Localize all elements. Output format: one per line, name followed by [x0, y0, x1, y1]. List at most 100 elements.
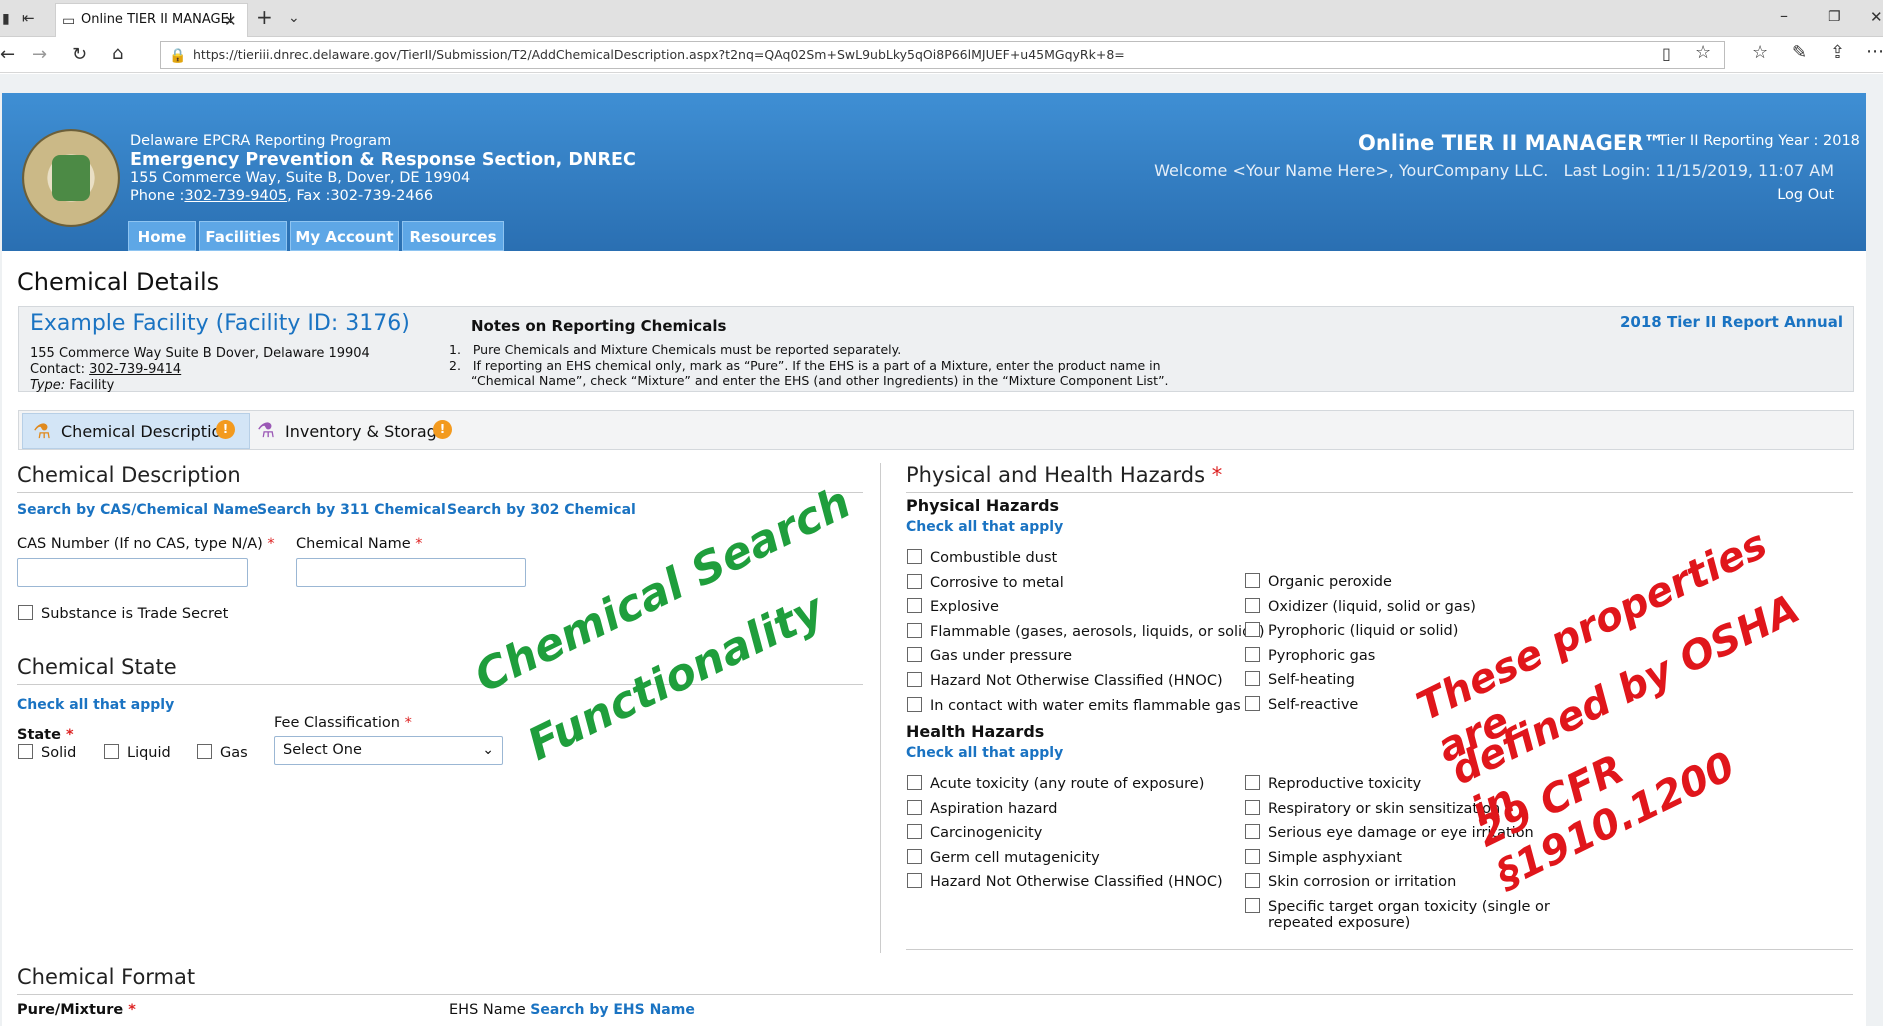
hazard-checkbox[interactable] [1245, 873, 1260, 889]
hazard-label: Acute toxicity (any route of exposure) [930, 776, 1205, 792]
search-302-link[interactable]: Search by 302 Chemical [447, 502, 636, 518]
close-tab-icon[interactable]: ✕ [224, 11, 237, 31]
hazard-label: Hazard Not Otherwise Classified (HNOC) [930, 874, 1223, 891]
fee-classification-select[interactable]: Select One ⌄ [274, 736, 503, 765]
type-value: Facility [69, 378, 115, 393]
health-hazards-heading: Health Hazards [906, 722, 1045, 741]
nav-facilities[interactable]: Facilities [199, 221, 287, 251]
nav-home[interactable]: Home [128, 221, 196, 251]
hazard-checkbox[interactable] [1245, 824, 1260, 840]
tab-inventory-storage[interactable]: Inventory & Storage [285, 422, 447, 441]
solid-row: Solid [18, 744, 77, 761]
hazard-checkbox[interactable] [1245, 671, 1260, 687]
search-311-link[interactable]: Search by 311 Chemical [257, 502, 446, 518]
hazard-checkbox[interactable] [907, 672, 922, 687]
search-cas-link[interactable]: Search by CAS/Chemical Name [17, 502, 258, 518]
hazard-row: Germ cell mutagenicity [907, 848, 1100, 866]
check-all-state-link[interactable]: Check all that apply [17, 697, 174, 713]
hazard-checkbox[interactable] [1245, 848, 1260, 864]
phone-link[interactable]: 302-739-9405 [184, 188, 287, 204]
chemical-state-heading: Chemical State [17, 655, 177, 679]
solid-checkbox[interactable] [18, 744, 33, 759]
contact-phone[interactable]: 302-739-9414 [89, 362, 181, 377]
cas-input[interactable] [17, 558, 248, 587]
hazard-checkbox[interactable] [1245, 898, 1260, 913]
hazard-checkbox[interactable] [1245, 646, 1260, 662]
nav-my-account[interactable]: My Account [290, 221, 399, 251]
nav-resources[interactable]: Resources [402, 221, 504, 251]
more-icon[interactable]: ⋯ [1866, 42, 1883, 62]
hazard-checkbox[interactable] [907, 799, 922, 815]
solid-label: Solid [41, 745, 77, 761]
url-field[interactable]: 🔒 https://tieriii.dnrec.delaware.gov/Tie… [160, 41, 1725, 69]
hazard-checkbox[interactable] [907, 848, 922, 864]
notes-list: 1. Pure Chemicals and Mixture Chemicals … [449, 342, 1169, 389]
tab-title: Online TIER II MANAGEI [81, 12, 233, 27]
pen-icon[interactable]: ✎ [1792, 43, 1807, 63]
logout-link[interactable]: Log Out [1777, 187, 1834, 203]
hazard-checkbox[interactable] [907, 647, 922, 663]
hazard-checkbox[interactable] [907, 873, 922, 889]
favorites-icon[interactable]: ☆ [1752, 43, 1768, 63]
hazard-checkbox[interactable] [907, 573, 922, 589]
minimize-icon[interactable]: – [1780, 6, 1788, 26]
divider [906, 492, 1853, 493]
facility-type: Type: Facility [30, 378, 114, 393]
hazard-checkbox[interactable] [907, 598, 922, 614]
hazard-label: Pyrophoric (liquid or solid) [1268, 623, 1459, 640]
note-2-text-b: “Chemical Name”, check “Mixture” and ent… [471, 373, 1169, 388]
hazard-row: Acute toxicity (any route of exposure) [907, 775, 1205, 792]
chemical-name-input[interactable] [296, 558, 526, 587]
home-icon[interactable]: ⌂ [112, 44, 123, 64]
hazard-label: Self-reactive [1268, 697, 1359, 713]
hazard-row: repeated exposure) [1245, 915, 1410, 931]
gas-checkbox[interactable] [197, 744, 212, 759]
fee-label-text: Fee Classification [274, 715, 400, 731]
hazard-label: Gas under pressure [930, 648, 1072, 665]
forward-icon[interactable]: → [32, 45, 47, 65]
hazard-checkbox[interactable] [907, 696, 922, 712]
share-icon[interactable]: ⇪ [1830, 43, 1845, 63]
chevron-down-icon[interactable]: ⌄ [288, 8, 300, 28]
favorite-star-icon[interactable]: ☆ [1695, 43, 1711, 63]
hazard-checkbox[interactable] [1245, 622, 1260, 638]
hazard-row: Corrosive to metal [907, 573, 1064, 591]
tab-strip: ⚗ Chemical Description ! ⚗ Inventory & S… [18, 410, 1854, 450]
type-label: Type: [30, 378, 66, 393]
hazard-label: Combustible dust [930, 550, 1058, 566]
trade-secret-checkbox[interactable] [18, 605, 33, 620]
hazard-checkbox[interactable] [1245, 775, 1260, 790]
browser-tab[interactable]: ▭ Online TIER II MANAGEI ✕ [55, 3, 248, 37]
hazard-checkbox[interactable] [1245, 597, 1260, 613]
hazard-checkbox[interactable] [907, 549, 922, 564]
window-icon[interactable]: ▮ [2, 9, 10, 29]
hazard-checkbox[interactable] [907, 824, 922, 840]
liquid-checkbox[interactable] [104, 744, 119, 759]
new-tab-icon[interactable]: + [256, 7, 273, 27]
divider [906, 949, 1853, 950]
hazard-row: Flammable (gases, aerosols, liquids, or … [907, 622, 1265, 640]
restore-icon[interactable]: ❐ [1828, 7, 1841, 27]
search-ehs-link[interactable]: Search by EHS Name [530, 1002, 695, 1018]
site-header: Delaware EPCRA Reporting Program Emergen… [2, 93, 1866, 251]
back-icon[interactable]: ← [0, 45, 15, 65]
web-page: Delaware EPCRA Reporting Program Emergen… [2, 93, 1866, 1026]
hazard-checkbox[interactable] [1245, 799, 1260, 815]
refresh-icon[interactable]: ↻ [72, 45, 87, 65]
hazard-checkbox[interactable] [1245, 696, 1260, 711]
reporting-year: Tier II Reporting Year : 2018 [1658, 133, 1860, 149]
check-all-health-link[interactable]: Check all that apply [906, 745, 1063, 761]
hazard-checkbox[interactable] [907, 622, 922, 638]
divider [17, 492, 863, 493]
hazard-checkbox[interactable] [1245, 573, 1260, 588]
tab-chemical-description[interactable]: ⚗ Chemical Description ! [22, 413, 250, 449]
facility-contact: Contact: 302-739-9414 [30, 362, 181, 377]
check-all-physical-link[interactable]: Check all that apply [906, 519, 1063, 535]
hazard-checkbox[interactable] [907, 775, 922, 790]
hazard-label: Aspiration hazard [930, 800, 1058, 817]
reading-view-icon[interactable]: ▯ [1662, 44, 1671, 64]
tab-preview-icon[interactable]: ⇤ [22, 8, 35, 28]
close-window-icon[interactable]: ✕ [1870, 7, 1883, 27]
state-seal-logo [22, 129, 120, 227]
hazard-row: Reproductive toxicity [1245, 775, 1421, 792]
